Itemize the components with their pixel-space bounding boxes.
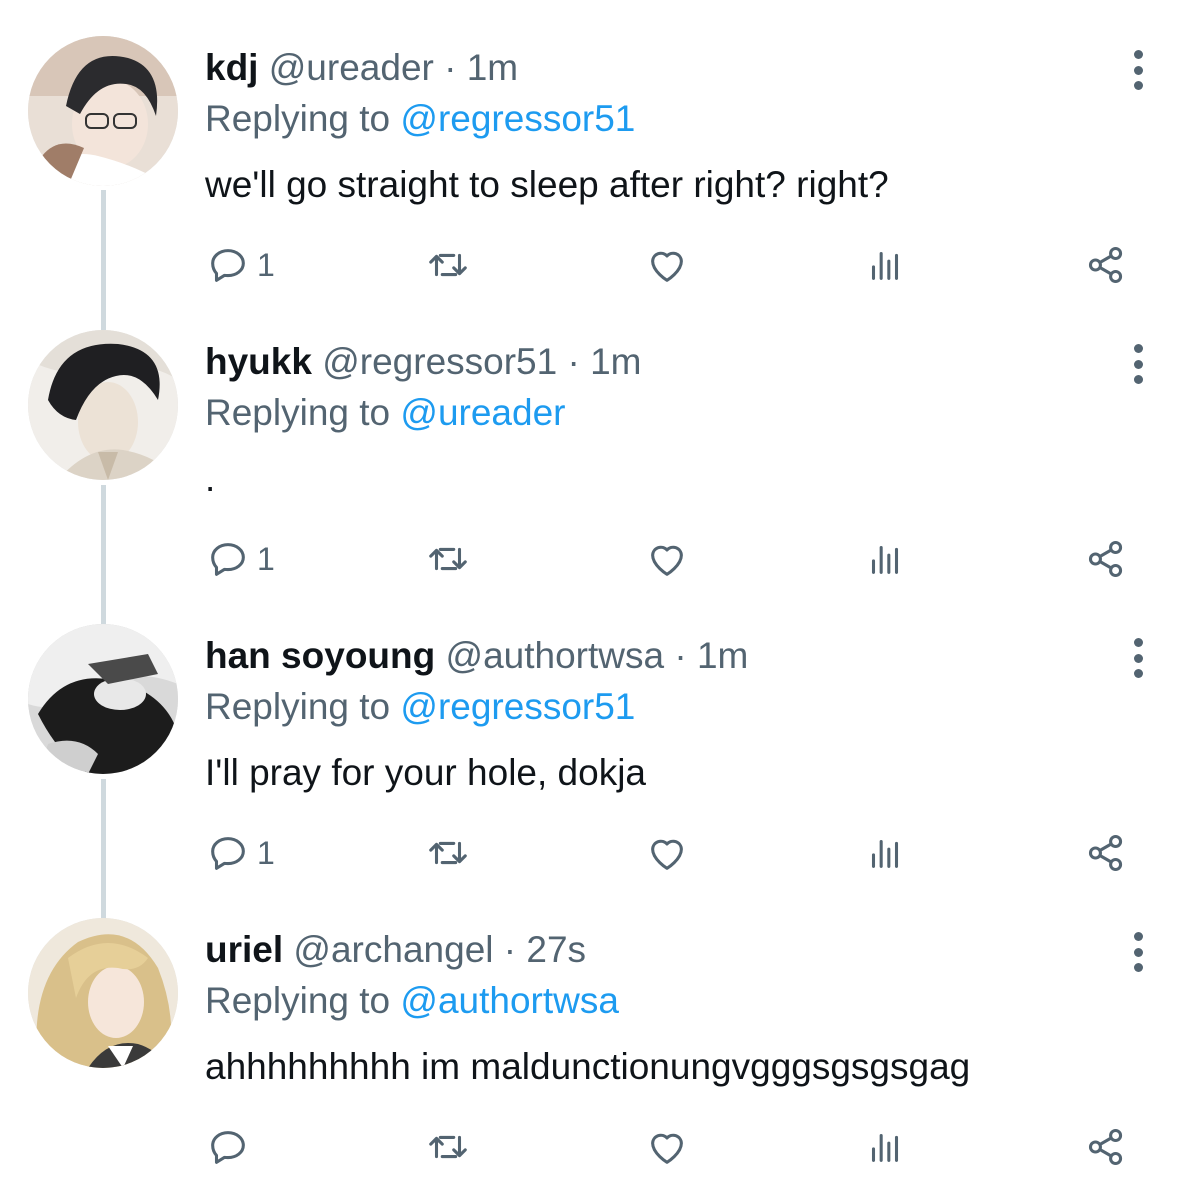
reply-icon — [211, 837, 245, 870]
timestamp[interactable]: 1m — [697, 635, 748, 676]
tweet-text: we'll go straight to sleep after right? … — [205, 164, 889, 205]
share-button[interactable] — [1083, 1122, 1129, 1172]
retweet-button[interactable] — [425, 1122, 471, 1172]
like-icon — [651, 545, 683, 576]
tweet[interactable]: kdj @ureader · 1m Replying to @regressor… — [0, 0, 1200, 294]
reply-button[interactable]: 1 — [205, 534, 275, 584]
mention-link[interactable]: @authortwsa — [400, 980, 619, 1021]
like-icon — [651, 251, 683, 282]
display-name[interactable]: hyukk — [205, 341, 312, 382]
display-name[interactable]: uriel — [205, 929, 283, 970]
share-icon — [1088, 834, 1123, 872]
reply-icon — [211, 249, 245, 282]
avatar[interactable] — [28, 36, 178, 186]
retweet-button[interactable] — [425, 240, 471, 290]
reply-thread: kdj @ureader · 1m Replying to @regressor… — [0, 0, 1200, 1188]
replying-to: Replying to @ureader — [205, 390, 565, 436]
replying-to-label: Replying to — [205, 98, 401, 139]
views-icon — [871, 839, 899, 868]
views-icon — [871, 545, 899, 574]
like-icon — [651, 1133, 683, 1164]
avatar[interactable] — [28, 330, 178, 480]
like-button[interactable] — [644, 828, 690, 878]
user-handle[interactable]: @regressor51 — [322, 341, 557, 382]
tweet-text: ahhhhhhhhh im maldunctionungvgggsgsgsgag — [205, 1046, 971, 1087]
reply-button[interactable]: 1 — [205, 240, 275, 290]
tweet-header: han soyoung @authortwsa · 1m — [205, 634, 748, 678]
mention-link[interactable]: @regressor51 — [400, 98, 635, 139]
mention-link[interactable]: @ureader — [400, 392, 565, 433]
tweet-actions: 1 — [0, 534, 1200, 584]
retweet-icon — [429, 841, 467, 865]
user-handle[interactable]: @archangel — [293, 929, 493, 970]
replying-to: Replying to @authortwsa — [205, 978, 619, 1024]
retweet-icon — [429, 547, 467, 571]
timestamp[interactable]: 1m — [467, 47, 518, 88]
retweet-button[interactable] — [425, 534, 471, 584]
tweet-header: hyukk @regressor51 · 1m — [205, 340, 642, 384]
avatar[interactable] — [28, 918, 178, 1068]
mention-link[interactable]: @regressor51 — [400, 686, 635, 727]
reply-button[interactable] — [205, 1122, 257, 1172]
tweet[interactable]: uriel @archangel · 27s Replying to @auth… — [0, 882, 1200, 1176]
retweet-icon — [429, 253, 467, 277]
share-button[interactable] — [1083, 240, 1129, 290]
timestamp[interactable]: 1m — [590, 341, 641, 382]
reply-count: 1 — [257, 540, 275, 577]
share-icon — [1088, 540, 1123, 578]
timestamp[interactable]: 27s — [526, 929, 586, 970]
like-button[interactable] — [644, 1122, 690, 1172]
like-button[interactable] — [644, 240, 690, 290]
reply-count: 1 — [257, 246, 275, 283]
like-button[interactable] — [644, 534, 690, 584]
user-handle[interactable]: @ureader — [269, 47, 434, 88]
retweet-button[interactable] — [425, 828, 471, 878]
tweet-actions — [0, 1122, 1200, 1172]
more-icon[interactable] — [1118, 48, 1158, 92]
separator-dot: · — [444, 47, 457, 88]
reply-icon — [211, 1131, 245, 1164]
tweet[interactable]: hyukk @regressor51 · 1m Replying to @ure… — [0, 294, 1200, 588]
more-icon[interactable] — [1118, 930, 1158, 974]
reply-icon — [211, 543, 245, 576]
more-icon[interactable] — [1118, 342, 1158, 386]
views-button[interactable] — [862, 534, 908, 584]
views-button[interactable] — [862, 828, 908, 878]
tweet-actions: 1 — [0, 828, 1200, 878]
more-icon[interactable] — [1118, 636, 1158, 680]
reply-button[interactable]: 1 — [205, 828, 275, 878]
tweet-header: kdj @ureader · 1m — [205, 46, 518, 90]
views-button[interactable] — [862, 1122, 908, 1172]
tweet[interactable]: han soyoung @authortwsa · 1m Replying to… — [0, 588, 1200, 882]
tweet-actions: 1 — [0, 240, 1200, 290]
views-icon — [871, 251, 899, 280]
separator-dot: · — [674, 635, 687, 676]
share-icon — [1088, 1128, 1123, 1166]
views-icon — [871, 1133, 899, 1162]
avatar[interactable] — [28, 624, 178, 774]
display-name[interactable]: han soyoung — [205, 635, 435, 676]
share-button[interactable] — [1083, 534, 1129, 584]
share-button[interactable] — [1083, 828, 1129, 878]
reply-count: 1 — [257, 834, 275, 871]
like-icon — [651, 839, 683, 870]
tweet-header: uriel @archangel · 27s — [205, 928, 586, 972]
replying-to-label: Replying to — [205, 686, 401, 727]
display-name[interactable]: kdj — [205, 47, 258, 88]
share-icon — [1088, 246, 1123, 284]
replying-to: Replying to @regressor51 — [205, 684, 635, 730]
replying-to-label: Replying to — [205, 392, 401, 433]
tweet-text: . — [205, 458, 216, 499]
retweet-icon — [429, 1135, 467, 1159]
separator-dot: · — [503, 929, 517, 970]
replying-to: Replying to @regressor51 — [205, 96, 635, 142]
tweet-text: I'll pray for your hole, dokja — [205, 752, 647, 793]
user-handle[interactable]: @authortwsa — [446, 635, 665, 676]
separator-dot: · — [567, 341, 580, 382]
views-button[interactable] — [862, 240, 908, 290]
replying-to-label: Replying to — [205, 980, 401, 1021]
